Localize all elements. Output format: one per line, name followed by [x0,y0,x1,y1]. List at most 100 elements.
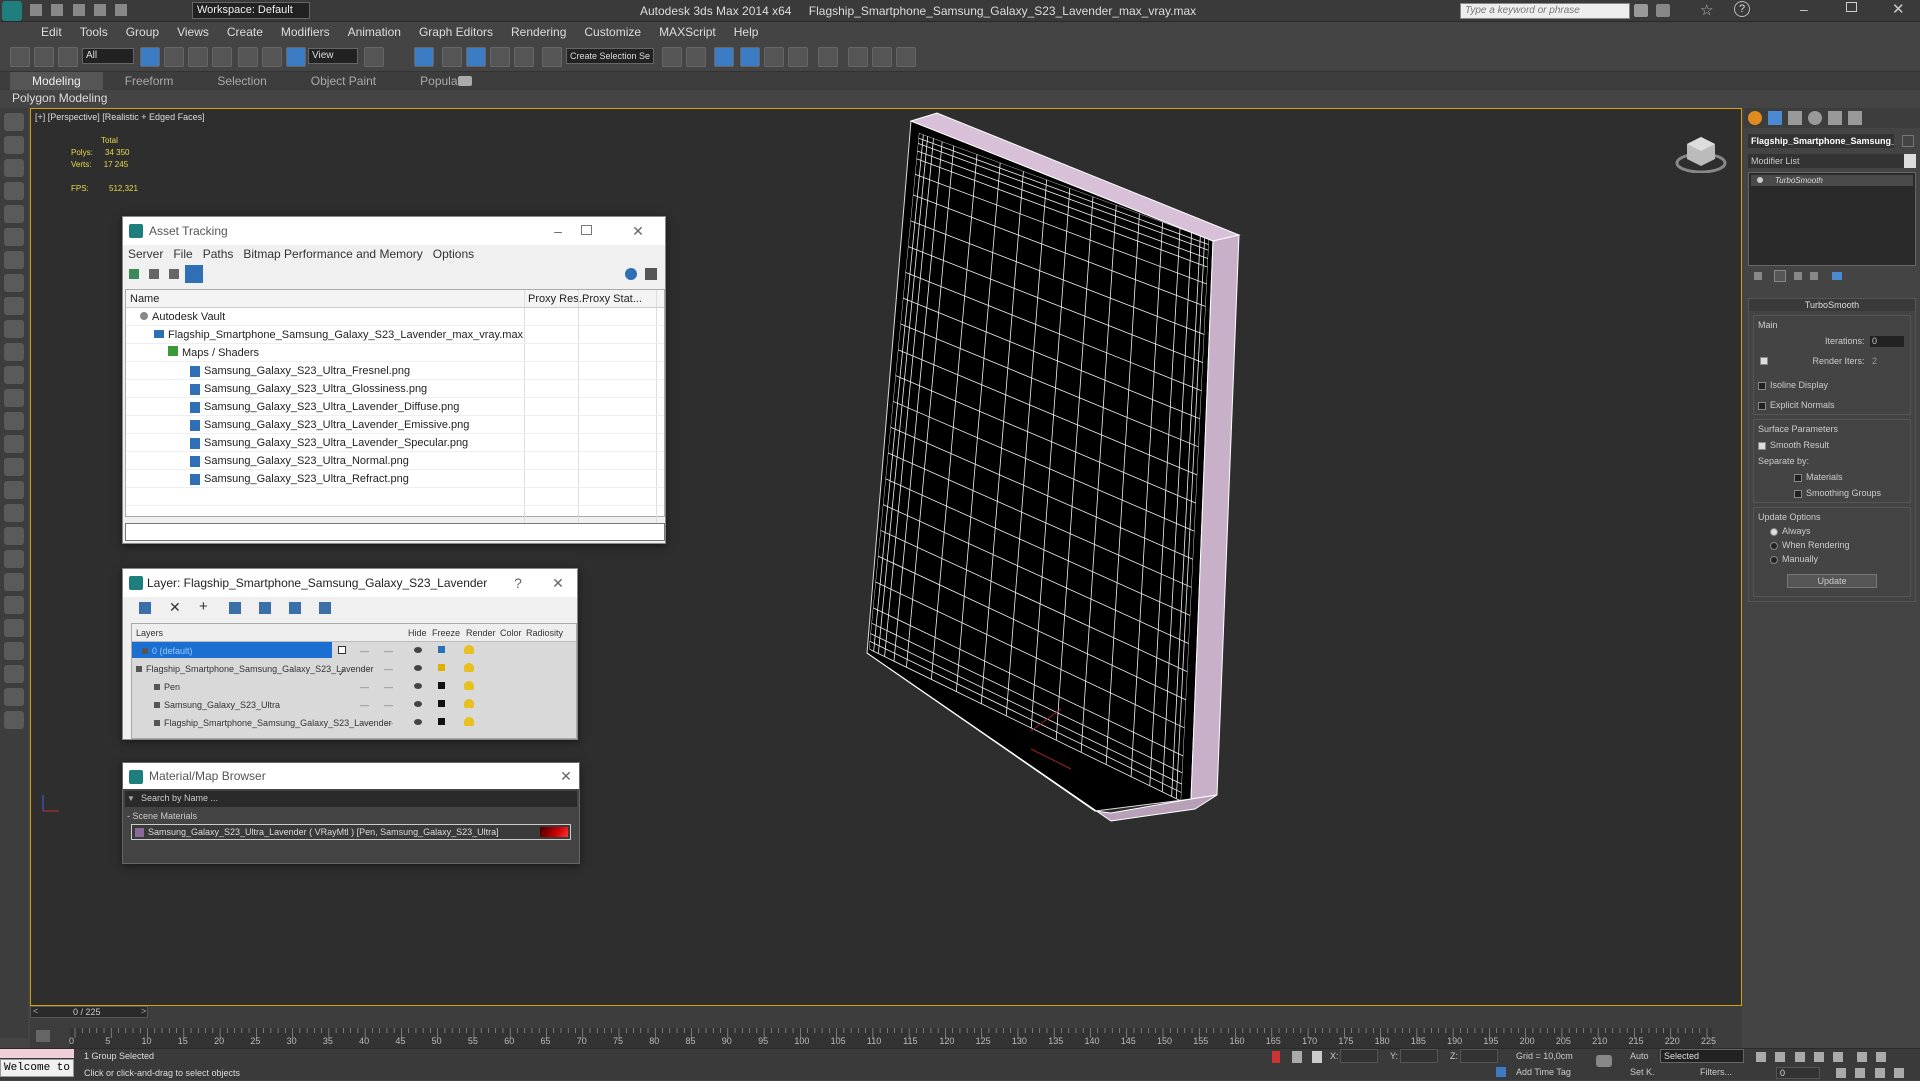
z-field[interactable] [1460,1049,1498,1063]
isoline-checkbox[interactable] [1758,381,1766,390]
update-button[interactable]: Update [1787,574,1877,588]
select-manipulate-icon[interactable] [412,42,436,72]
freeze-toggle[interactable]: — [384,678,393,696]
current-layer-checkbox[interactable]: ✓ [338,664,346,678]
column-freeze[interactable]: Freeze [432,624,460,642]
current-layer-checkbox[interactable] [338,682,346,690]
show-end-result-icon[interactable] [1774,270,1786,282]
configure-modifier-sets-icon[interactable] [1832,272,1842,280]
curve-editor-icon[interactable] [762,42,786,72]
ribbon-tab-populate[interactable]: Populate [398,72,489,90]
maxscript-mini-listener[interactable] [0,1049,74,1058]
scale-icon[interactable] [284,42,308,72]
help-icon[interactable]: ? [1734,1,1750,17]
cylinder-icon[interactable] [4,343,24,361]
maximize-viewport-icon[interactable] [1894,1068,1905,1078]
ribbon-options-icon[interactable] [458,76,472,86]
angle-snap-icon[interactable] [464,42,488,72]
workspace-dropdown[interactable]: Workspace: Default [192,2,310,19]
render-teapot-icon[interactable] [414,683,422,689]
remove-modifier-icon[interactable] [1810,272,1818,280]
shapes-icon[interactable] [4,458,24,476]
layer-explorer-icon[interactable] [712,42,736,72]
select-objects-in-layer-icon[interactable] [229,602,241,614]
rectangular-selection-icon[interactable] [186,42,210,72]
hide-all-layers-icon[interactable] [289,602,301,614]
current-layer-checkbox[interactable] [338,646,346,654]
explicit-normals-row[interactable]: Explicit Normals [1758,400,1906,410]
polygon-modeling-label[interactable]: Polygon Modeling [12,91,107,105]
utilities-tab-icon[interactable] [1848,111,1862,125]
layer-color-swatch[interactable] [438,718,445,725]
material-browser-titlebar[interactable]: Material/Map Browser ✕ [123,763,579,789]
asset-path-field[interactable] [125,523,665,541]
biped-icon[interactable] [4,619,24,637]
column-render[interactable]: Render [466,624,496,642]
help-icon[interactable] [625,268,637,280]
asset-row-file[interactable]: Samsung_Galaxy_S23_Ultra_Glossiness.png [126,380,664,398]
modifier-icon[interactable] [4,550,24,568]
layer-color-swatch[interactable] [438,646,445,653]
render-teapot-icon[interactable] [414,719,422,725]
ribbon-tab-freeform[interactable]: Freeform [103,72,196,90]
layer-row[interactable]: 0 (default) — — [132,642,576,660]
previous-frame-icon[interactable] [1775,1052,1786,1062]
iterations-spinner[interactable]: 0 [1870,336,1904,347]
reference-coordinate-dropdown[interactable]: View [308,48,358,64]
menu-views[interactable]: Views [168,22,218,42]
ribbon-tab-object-paint[interactable]: Object Paint [289,72,398,90]
menu-modifiers[interactable]: Modifiers [272,22,339,42]
layer-manager-titlebar[interactable]: Layer: Flagship_Smartphone_Samsung_Galax… [123,569,577,597]
freeze-toggle[interactable]: — [384,696,393,714]
render-production-icon[interactable] [894,42,918,72]
asset-row-empty[interactable] [126,506,664,524]
column-color[interactable]: Color [500,624,522,642]
rendered-frame-window-icon[interactable] [870,42,894,72]
key-filter-icon[interactable] [36,1030,50,1042]
hierarchy-tab-icon[interactable] [1788,111,1802,125]
selection-lock-icon[interactable] [1292,1051,1302,1063]
scene-explorer-icon[interactable] [4,136,24,154]
hide-toggle[interactable]: — [360,642,369,660]
maximize-icon[interactable] [1846,2,1857,12]
menu-customize[interactable]: Customize [575,22,650,42]
spinner-snap-icon[interactable] [512,42,536,72]
layer-color-swatch[interactable] [438,700,445,707]
menu-graph-editors[interactable]: Graph Editors [410,22,502,42]
asset-menu-server[interactable]: Server [123,247,168,261]
close-icon[interactable]: ✕ [551,763,581,789]
move-icon[interactable] [236,42,260,72]
modifier-stack-item[interactable]: TurboSmooth [1751,175,1913,186]
hide-toggle[interactable]: — [360,678,369,696]
display-tab-icon[interactable] [1828,111,1842,125]
ribbon-tab-selection[interactable]: Selection [195,72,288,90]
rotate-icon[interactable] [260,42,284,72]
add-to-layer-icon[interactable]: + [199,598,208,615]
asset-menu-bitmap-performance-and-memory[interactable]: Bitmap Performance and Memory [238,247,427,261]
help-tool-icon[interactable] [4,711,24,729]
pivot-center-icon[interactable] [362,42,386,72]
object-color-swatch[interactable] [1902,135,1914,147]
radiosity-icon[interactable] [464,645,474,654]
asset-row-file[interactable]: Samsung_Galaxy_S23_Ultra_Normal.png [126,452,664,470]
layer-row[interactable]: Flagship_Smartphone_Samsung_Galaxy_S23_L… [132,660,576,678]
compound-icon[interactable] [4,504,24,522]
menu-group[interactable]: Group [117,22,168,42]
motion-tab-icon[interactable] [1808,111,1822,125]
cloth-icon[interactable] [4,596,24,614]
always-row[interactable]: Always [1758,526,1906,536]
hide-toggle[interactable]: — [360,660,369,678]
spacewarp-icon[interactable] [4,274,24,292]
next-frame-icon[interactable] [1814,1052,1825,1062]
viewport-layout-icon[interactable] [4,113,24,131]
menu-help[interactable]: Help [725,22,768,42]
asset-menu-file[interactable]: File [168,247,197,261]
close-icon[interactable]: ✕ [543,569,573,597]
time-tag-icon[interactable] [1496,1067,1506,1077]
link-icon[interactable] [8,42,32,72]
light-icon[interactable] [4,205,24,223]
layer-icon[interactable] [4,159,24,177]
when-rendering-row[interactable]: When Rendering [1758,540,1906,550]
zoom-all-icon[interactable] [1876,1052,1887,1062]
render-setup-icon[interactable] [846,42,870,72]
